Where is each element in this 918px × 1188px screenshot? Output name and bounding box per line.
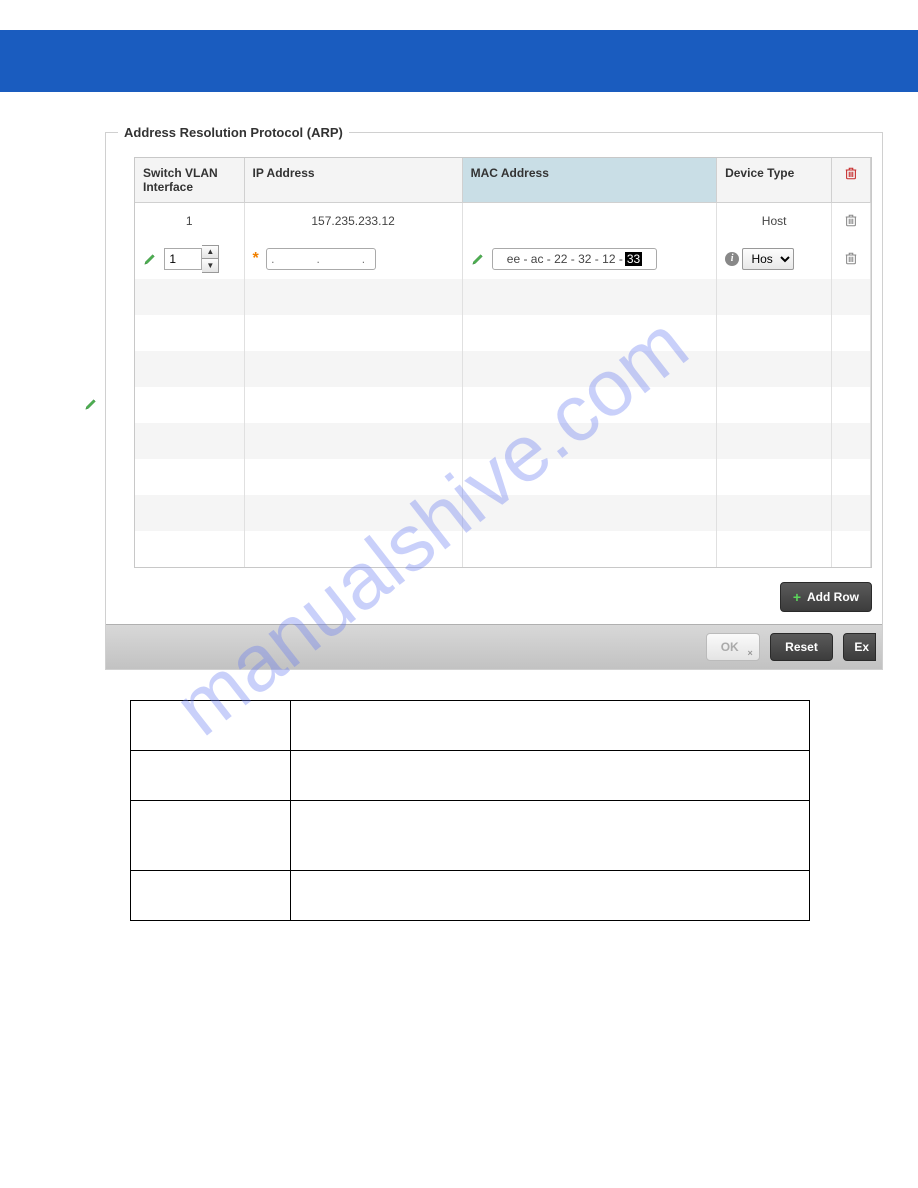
plus-icon: + bbox=[793, 589, 801, 605]
add-row-bar: + Add Row bbox=[106, 576, 882, 620]
pencil-icon[interactable] bbox=[84, 397, 98, 411]
dialog-footer: OK× Reset Ex bbox=[106, 624, 882, 669]
vlan-step-up[interactable]: ▲ bbox=[202, 246, 218, 259]
top-header-bar bbox=[0, 30, 918, 92]
arp-table: Switch VLAN Interface IP Address MAC Add… bbox=[134, 157, 872, 568]
trash-icon[interactable] bbox=[844, 251, 858, 266]
ok-button[interactable]: OK× bbox=[706, 633, 760, 661]
mac-prefix: ee - ac - 22 - 32 - 12 - bbox=[507, 252, 623, 266]
pencil-icon[interactable] bbox=[143, 252, 157, 266]
col-header-mac[interactable]: MAC Address bbox=[462, 158, 716, 203]
cell-vlan: 1 bbox=[135, 203, 244, 239]
table-row: 1 157.235.233.12 Host bbox=[135, 203, 871, 239]
add-row-button[interactable]: + Add Row bbox=[780, 582, 872, 612]
cell-ip-edit: * bbox=[244, 239, 462, 279]
cell-delete bbox=[832, 203, 871, 239]
table-header-row: Switch VLAN Interface IP Address MAC Add… bbox=[135, 158, 871, 203]
device-type-select[interactable]: Host bbox=[742, 248, 794, 270]
add-row-label: Add Row bbox=[807, 590, 859, 604]
col-header-device[interactable]: Device Type bbox=[717, 158, 832, 203]
vlan-input[interactable] bbox=[164, 248, 202, 270]
close-x-icon: × bbox=[747, 648, 752, 658]
col-header-ip[interactable]: IP Address bbox=[244, 158, 462, 203]
reset-button[interactable]: Reset bbox=[770, 633, 833, 661]
mac-input[interactable]: ee - ac - 22 - 32 - 12 - 33 bbox=[492, 248, 657, 270]
cell-device-edit: i Host bbox=[717, 239, 832, 279]
trash-icon[interactable] bbox=[844, 213, 858, 228]
cell-ip: 157.235.233.12 bbox=[244, 203, 462, 239]
extra-button[interactable]: Ex bbox=[843, 633, 876, 661]
doc-description-table bbox=[130, 700, 810, 921]
mac-last-octet: 33 bbox=[625, 252, 642, 266]
cell-device: Host bbox=[717, 203, 832, 239]
cell-mac-edit: ee - ac - 22 - 32 - 12 - 33 bbox=[462, 239, 716, 279]
cell-delete bbox=[832, 239, 871, 279]
col-header-delete[interactable] bbox=[832, 158, 871, 203]
trash-icon[interactable] bbox=[844, 166, 858, 181]
vlan-step-down[interactable]: ▼ bbox=[202, 259, 218, 272]
cell-vlan-edit: ▲ ▼ bbox=[135, 239, 244, 279]
info-icon[interactable]: i bbox=[725, 252, 739, 266]
cell-mac bbox=[462, 203, 716, 239]
table-edit-row: ▲ ▼ * bbox=[135, 239, 871, 279]
ip-input[interactable] bbox=[266, 248, 376, 270]
arp-panel: Address Resolution Protocol (ARP) Switch… bbox=[105, 132, 883, 670]
required-star-icon: * bbox=[253, 250, 259, 267]
panel-title: Address Resolution Protocol (ARP) bbox=[118, 125, 349, 140]
pencil-icon[interactable] bbox=[471, 252, 485, 266]
col-header-vlan[interactable]: Switch VLAN Interface bbox=[135, 158, 244, 203]
